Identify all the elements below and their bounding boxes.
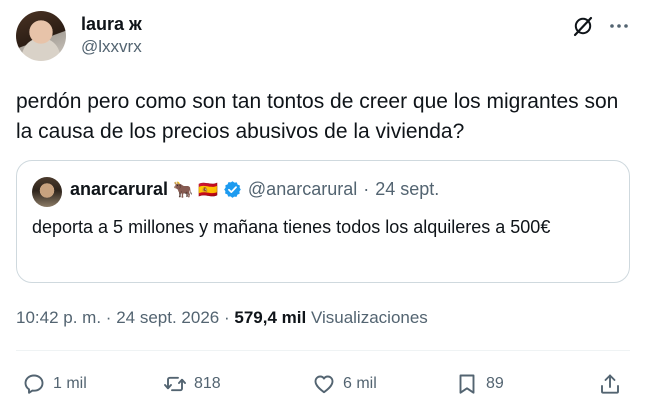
grok-icon <box>573 16 593 37</box>
author-display-name[interactable]: laura ж <box>81 13 142 35</box>
views-label[interactable]: Visualizaciones <box>311 308 428 327</box>
reply-button[interactable]: 1 mil <box>22 370 87 398</box>
verified-icon <box>224 181 241 198</box>
quoted-tweet-header: anarcarural 🐂 🇪🇸 @anarcarural · 24 sept. <box>70 179 439 200</box>
tweet-time[interactable]: 10:42 p. m. <box>16 308 101 327</box>
share-button[interactable] <box>598 370 622 398</box>
repost-count: 818 <box>194 375 221 392</box>
share-icon <box>601 374 619 394</box>
quoted-separator: · <box>363 179 370 199</box>
repost-icon <box>164 376 186 392</box>
like-count: 6 mil <box>343 375 377 392</box>
tweet-date[interactable]: 24 sept. 2026 <box>116 308 219 327</box>
grok-button[interactable] <box>571 14 595 38</box>
quoted-tweet-text: deporta a 5 millones y mañana tienes tod… <box>32 217 551 237</box>
reply-count: 1 mil <box>53 375 87 392</box>
author-handle[interactable]: @lxxvrx <box>81 35 142 59</box>
bookmark-count: 89 <box>486 375 504 392</box>
views-count[interactable]: 579,4 mil <box>234 308 306 327</box>
author-avatar[interactable] <box>16 11 66 61</box>
quoted-date[interactable]: 24 sept. <box>375 179 439 200</box>
quoted-author-name[interactable]: anarcarural <box>70 179 168 200</box>
ox-emoji-icon: 🐂 <box>173 181 193 199</box>
quoted-author-avatar[interactable] <box>32 177 62 207</box>
tweet-text: perdón pero como son tan tontos de creer… <box>16 90 619 143</box>
author-name-text[interactable]: laura <box>81 14 124 34</box>
bookmark-button[interactable]: 89 <box>455 370 504 398</box>
quoted-tweet[interactable]: anarcarural 🐂 🇪🇸 @anarcarural · 24 sept.… <box>16 160 630 283</box>
more-options-button[interactable] <box>607 14 631 38</box>
more-icon <box>610 24 628 28</box>
reply-icon <box>24 374 44 394</box>
spain-flag-icon: 🇪🇸 <box>197 181 218 199</box>
meta-separator-2: · <box>223 308 230 327</box>
bookmark-icon <box>459 374 475 394</box>
quoted-author-handle[interactable]: @anarcarural <box>248 179 357 200</box>
action-bar: 1 mil 818 6 mil 89 <box>0 370 645 398</box>
divider <box>16 350 630 351</box>
like-button[interactable]: 6 mil <box>312 370 377 398</box>
like-icon <box>314 375 334 394</box>
tweet-meta: 10:42 p. m. · 24 sept. 2026 · 579,4 mil … <box>16 306 428 330</box>
repost-button[interactable]: 818 <box>163 370 221 398</box>
meta-separator: · <box>105 308 112 327</box>
author-name-glyph: ж <box>129 14 142 34</box>
author-block: laura ж @lxxvrx <box>81 13 142 59</box>
